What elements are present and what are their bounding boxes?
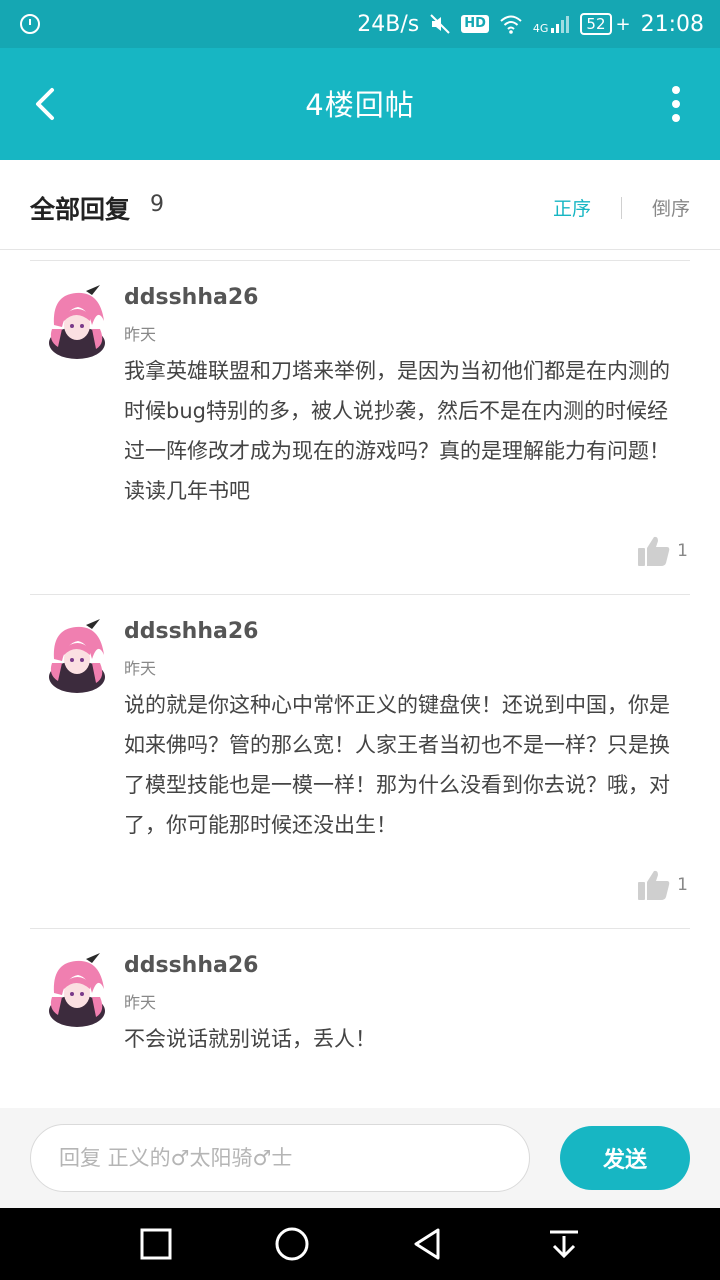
- charging-icon: +: [615, 13, 631, 35]
- reply-item[interactable]: ddsshha26 昨天 我拿英雄联盟和刀塔来举例，是因为当初他们都是在内测的时…: [30, 261, 690, 595]
- reply-time: 昨天: [124, 993, 157, 1012]
- thumbs-up-icon: [638, 536, 670, 566]
- recent-apps-icon[interactable]: [138, 1226, 174, 1262]
- signal-label: 4G: [532, 21, 549, 35]
- battery-icon: 52: [580, 13, 612, 35]
- reply-input[interactable]: [30, 1124, 530, 1192]
- like-count: 1: [677, 875, 688, 895]
- replies-header: 全部回复 9 正序 倒序: [0, 160, 720, 250]
- sort-toggle: 正序 倒序: [553, 194, 690, 221]
- avatar[interactable]: [48, 953, 106, 1027]
- sort-asc-button[interactable]: 正序: [553, 194, 591, 221]
- home-icon[interactable]: [274, 1226, 310, 1262]
- reply-content: 说的就是你这种心中常怀正义的键盘侠！还说到中国，你是如来佛吗？管的那么宽！人家王…: [124, 693, 670, 837]
- reply-input-bar: 发送: [0, 1108, 720, 1208]
- reply-username[interactable]: ddsshha26: [124, 953, 258, 978]
- thumbs-up-icon: [638, 870, 670, 900]
- reply-content: 不会说话就别说话，丢人！: [124, 1027, 376, 1051]
- system-nav-bar: [0, 1208, 720, 1280]
- avatar[interactable]: [48, 285, 106, 359]
- avatar[interactable]: [48, 619, 106, 693]
- timer-icon: [20, 14, 40, 34]
- status-time: 21:08: [640, 11, 704, 37]
- like-button[interactable]: 1: [637, 869, 688, 901]
- reply-username[interactable]: ddsshha26: [124, 285, 258, 310]
- back-icon[interactable]: [410, 1226, 446, 1262]
- reply-time: 昨天: [124, 325, 157, 344]
- status-bar-right: 24B/s HD 4G 52 + 21:08: [357, 12, 704, 37]
- like-count: 1: [677, 541, 688, 561]
- net-speed: 24B/s: [357, 11, 420, 37]
- replies-title: 全部回复: [30, 195, 131, 224]
- status-bar: 24B/s HD 4G 52 + 21:08: [0, 0, 720, 48]
- like-button[interactable]: 1: [637, 535, 688, 567]
- signal-icon: [551, 16, 570, 33]
- more-vertical-icon[interactable]: [670, 86, 682, 122]
- send-button[interactable]: 发送: [560, 1126, 690, 1190]
- mute-icon: [430, 14, 450, 34]
- sort-divider: [620, 196, 622, 219]
- page-title: 4楼回帖: [305, 88, 415, 122]
- hd-badge: HD: [461, 15, 489, 33]
- reply-time: 昨天: [124, 659, 157, 678]
- sort-desc-button[interactable]: 倒序: [652, 194, 690, 221]
- replies-count: 9: [150, 192, 164, 217]
- reply-content: 我拿英雄联盟和刀塔来举例，是因为当初他们都是在内测的时候bug特别的多，被人说抄…: [124, 359, 670, 503]
- notification-pull-icon[interactable]: [546, 1226, 582, 1262]
- app-header: 4楼回帖: [0, 48, 720, 160]
- reply-item[interactable]: ddsshha26 昨天 说的就是你这种心中常怀正义的键盘侠！还说到中国，你是如…: [30, 595, 690, 929]
- reply-username[interactable]: ddsshha26: [124, 619, 258, 644]
- wifi-icon: [500, 15, 522, 34]
